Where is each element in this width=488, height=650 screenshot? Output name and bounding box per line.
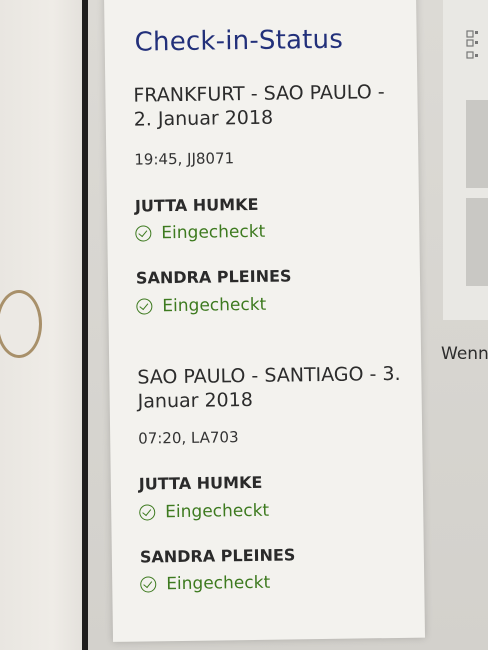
status-label: Eingecheckt — [165, 500, 270, 523]
screen: Wenn Check-in-Status FRANKFURT - SAO PAU… — [88, 0, 488, 650]
flight-route: FRANKFURT - SAO PAULO - 2. Januar 2018 — [133, 81, 385, 131]
passenger-name: JUTTA HUMKE — [134, 194, 259, 216]
passenger-name: SANDRA PLEINES — [135, 266, 292, 288]
right-tile-2[interactable] — [466, 198, 488, 286]
status-label: Eingecheckt — [162, 294, 267, 317]
checkin-status: Eingecheckt — [139, 501, 269, 523]
check-in-status-card: Check-in-Status FRANKFURT - SAO PAULO - … — [104, 0, 426, 642]
flight-info: 07:20, LA703 — [138, 428, 239, 448]
status-label: Eingecheckt — [166, 572, 271, 595]
check-circle-icon — [135, 225, 152, 242]
check-circle-icon — [139, 504, 156, 521]
check-circle-icon — [140, 576, 157, 593]
right-tile-1[interactable] — [466, 100, 488, 188]
qr-code-icon[interactable] — [466, 30, 486, 70]
right-partial-text: Wenn — [441, 344, 488, 364]
flight-info: 19:45, JJ8071 — [134, 149, 235, 169]
flight-route: SAO PAULO - SANTIAGO - 3. Januar 2018 — [137, 362, 401, 413]
status-label: Eingecheckt — [161, 221, 266, 244]
card-title: Check-in-Status — [134, 24, 344, 58]
check-circle-icon — [136, 298, 153, 315]
checkin-status: Eingecheckt — [135, 222, 265, 244]
checkin-status: Eingecheckt — [140, 573, 270, 595]
passenger-name: SANDRA PLEINES — [139, 545, 296, 567]
passenger-name: JUTTA HUMKE — [138, 472, 263, 494]
checkin-status: Eingecheckt — [136, 295, 266, 317]
